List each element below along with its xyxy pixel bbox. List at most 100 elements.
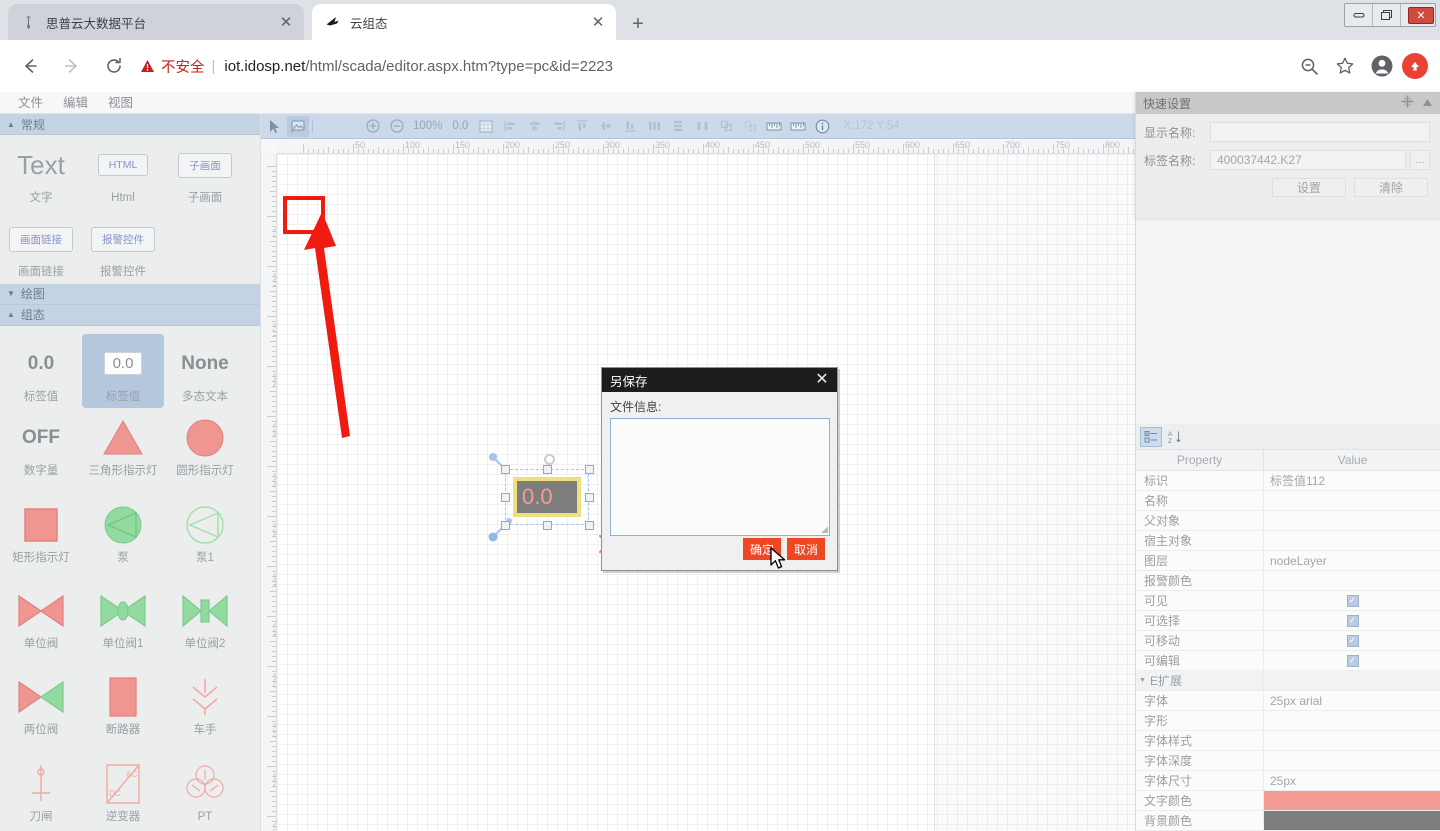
property-row[interactable]: 字体样式 — [1136, 731, 1440, 751]
palette-item-digital[interactable]: OFF 数字量 — [0, 408, 82, 482]
dialog-close-icon[interactable]: ✕ — [811, 369, 833, 391]
palette-item-valve2[interactable]: 单位阀2 — [164, 581, 246, 655]
window-minimize-button[interactable] — [1345, 4, 1373, 26]
palette-item-handcart[interactable]: 车手 — [164, 667, 246, 741]
window-close-button[interactable]: ✕ — [1401, 4, 1435, 26]
update-icon[interactable] — [1402, 53, 1428, 79]
zoom-out-button[interactable] — [386, 116, 408, 137]
palette-item-circle-indicator[interactable]: 圆形指示灯 — [164, 408, 246, 482]
menu-item-file[interactable]: 文件 — [8, 92, 53, 114]
grid-icon[interactable] — [475, 116, 497, 137]
tag-value-node[interactable]: 0.0 — [513, 477, 581, 517]
palette-item-tagvalue[interactable]: 0.0 标签值 — [0, 334, 82, 408]
menu-item-view[interactable]: 视图 — [98, 92, 143, 114]
property-row[interactable]: 宿主对象 — [1136, 531, 1440, 551]
palette-item-rect-indicator[interactable]: 矩形指示灯 — [0, 495, 82, 569]
file-info-textarea[interactable]: ◢ — [610, 418, 830, 536]
checkbox-checked-icon[interactable]: ✓ — [1346, 654, 1359, 667]
align-top-icon[interactable] — [571, 116, 593, 137]
set-button[interactable]: 设置 — [1272, 178, 1346, 197]
property-row-value[interactable] — [1264, 531, 1440, 550]
property-row[interactable]: ▼ E扩展 — [1136, 671, 1440, 691]
property-row[interactable]: 可移动 ✓ — [1136, 631, 1440, 651]
palette-item-pump[interactable]: 泵 — [82, 495, 164, 569]
palette-item-inverter[interactable]: AC DC 逆变器 — [82, 754, 164, 828]
chevron-down-icon[interactable]: ▼ — [1139, 671, 1146, 690]
property-row-value[interactable]: 标签值112 — [1264, 471, 1440, 490]
palette-item-tagvalue-field[interactable]: 0.0 标签值 — [82, 333, 164, 409]
distribute-v-icon[interactable] — [667, 116, 689, 137]
property-row[interactable]: 父对象 — [1136, 511, 1440, 531]
property-row[interactable]: 字体 25px arial — [1136, 691, 1440, 711]
display-name-input[interactable] — [1210, 122, 1430, 142]
property-row[interactable]: 标识 标签值112 — [1136, 471, 1440, 491]
property-row-value[interactable]: 25px arial — [1264, 691, 1440, 710]
property-row[interactable]: 文字颜色 — [1136, 791, 1440, 811]
palette-item-screen-link[interactable]: 画面链接 画面链接 — [0, 209, 82, 283]
address-bar[interactable]: 不安全 | iot.idosp.net /html/scada/editor.a… — [140, 50, 1286, 82]
tag-name-input[interactable]: 400037442.K27 — [1210, 150, 1406, 170]
dialog-cancel-button[interactable]: 取消 — [787, 538, 825, 560]
property-row[interactable]: 字形 — [1136, 711, 1440, 731]
zoom-out-icon[interactable] — [1294, 51, 1324, 81]
palette-item-valve[interactable]: 单位阀 — [0, 581, 82, 655]
property-row-value[interactable]: nodeLayer — [1264, 551, 1440, 570]
quick-settings-collapse-icon[interactable] — [1422, 96, 1433, 110]
palette-item-multistate-text[interactable]: None 多态文本 — [164, 334, 246, 408]
property-row-value[interactable] — [1264, 491, 1440, 510]
property-row[interactable]: 可选择 ✓ — [1136, 611, 1440, 631]
ruler-h-icon[interactable] — [763, 116, 785, 137]
reload-button[interactable] — [98, 50, 130, 82]
rotate-handle-icon[interactable] — [544, 454, 555, 465]
color-swatch[interactable] — [1264, 811, 1440, 830]
palette-item-html[interactable]: HTML Html — [82, 135, 164, 209]
property-row-value[interactable]: 25px — [1264, 771, 1440, 790]
align-middle-icon[interactable] — [595, 116, 617, 137]
categorized-icon[interactable] — [1140, 426, 1162, 447]
browser-tab-2[interactable]: 云组态 ✕ — [312, 4, 616, 40]
property-row-value[interactable] — [1264, 731, 1440, 750]
palette-item-valve1[interactable]: 单位阀1 — [82, 581, 164, 655]
palette-item-knife-switch[interactable]: 刀闸 — [0, 754, 82, 828]
resize-handle-sw[interactable] — [501, 521, 510, 530]
property-row-value[interactable] — [1264, 571, 1440, 590]
image-tool-icon[interactable] — [287, 115, 309, 137]
bookmark-star-icon[interactable] — [1330, 51, 1360, 81]
resize-handle-s[interactable] — [543, 521, 552, 530]
resize-handle-n[interactable] — [543, 465, 552, 474]
align-left-icon[interactable] — [499, 116, 521, 137]
browser-tab-1-close-icon[interactable]: ✕ — [276, 12, 296, 32]
palette-item-pt[interactable]: PT — [164, 754, 246, 828]
property-row[interactable]: 字体深度 — [1136, 751, 1440, 771]
clear-button[interactable]: 清除 — [1354, 178, 1428, 197]
spacing-h-icon[interactable] — [691, 116, 713, 137]
window-restore-button[interactable] — [1373, 4, 1401, 26]
ruler-v-icon[interactable] — [787, 116, 809, 137]
property-row-value[interactable] — [1264, 511, 1440, 530]
property-row[interactable]: 名称 — [1136, 491, 1440, 511]
palette-group-drawing-header[interactable]: ▼ 绘图 — [0, 283, 260, 305]
menu-item-edit[interactable]: 编辑 — [53, 92, 98, 114]
browser-tab-1[interactable]: 思普云大数据平台 ✕ — [8, 4, 304, 40]
group-icon[interactable] — [715, 116, 737, 137]
palette-item-subscreen[interactable]: 子画面 子画面 — [164, 135, 246, 209]
property-row[interactable]: 报警颜色 — [1136, 571, 1440, 591]
property-row[interactable]: 字体尺寸 25px — [1136, 771, 1440, 791]
resize-handle-w[interactable] — [501, 493, 510, 502]
checkbox-checked-icon[interactable]: ✓ — [1346, 614, 1359, 627]
palette-group-scada-header[interactable]: ▲ 组态 — [0, 304, 260, 326]
checkbox-checked-icon[interactable]: ✓ — [1346, 594, 1359, 607]
resize-handle-nw[interactable] — [501, 465, 510, 474]
color-swatch[interactable] — [1264, 791, 1440, 810]
palette-item-two-way-valve[interactable]: 两位阀 — [0, 667, 82, 741]
property-row[interactable]: 可见 ✓ — [1136, 591, 1440, 611]
align-center-icon[interactable] — [523, 116, 545, 137]
property-row-value[interactable] — [1264, 751, 1440, 770]
back-button[interactable] — [14, 50, 46, 82]
palette-group-general-header[interactable]: ▲ 常规 — [0, 114, 260, 135]
palette-item-triangle-indicator[interactable]: 三角形指示灯 — [82, 408, 164, 482]
resize-handle-se[interactable] — [585, 521, 594, 530]
palette-item-alarm-widget[interactable]: 报警控件 报警控件 — [82, 209, 164, 283]
browser-tab-2-close-icon[interactable]: ✕ — [588, 12, 608, 32]
palette-item-pump1[interactable]: 泵1 — [164, 495, 246, 569]
